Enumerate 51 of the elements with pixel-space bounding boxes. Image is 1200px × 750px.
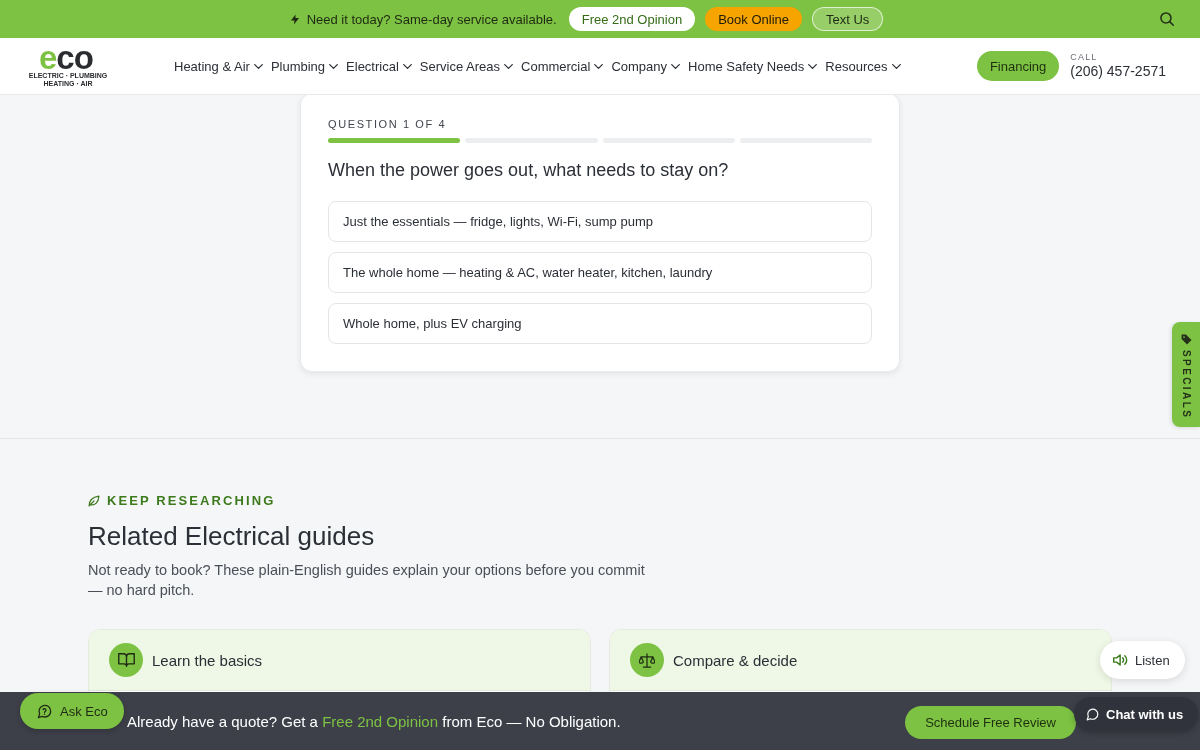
search-icon[interactable]: [1160, 12, 1174, 26]
guide-card-header[interactable]: Learn the basics: [89, 630, 590, 691]
specials-tab[interactable]: SPECIALS: [1172, 322, 1200, 427]
quote-message: Already have a quote? Get a Free 2nd Opinion from Eco — No Obligation.: [127, 712, 621, 730]
lightning-bolt-icon: [290, 13, 299, 25]
leaf-icon: [88, 495, 100, 507]
top-bar-button[interactable]: Book Online: [705, 7, 802, 31]
schedule-review-button[interactable]: Schedule Free Review: [905, 705, 1076, 739]
section-eyebrow: KEEP RESEARCHING: [107, 493, 276, 509]
guide-card-title: Learn the basics: [152, 651, 263, 669]
caret-icon: [808, 63, 818, 69]
question-bubble-icon: [37, 703, 52, 719]
nav-menu-item[interactable]: Resources: [825, 54, 901, 78]
book-icon: [109, 643, 143, 677]
tag-icon: [1180, 334, 1192, 345]
free-opinion-link[interactable]: Free 2nd Opinion: [322, 712, 439, 730]
top-bar-button[interactable]: Free 2nd Opinion: [568, 7, 696, 31]
balance-scale-icon: [630, 643, 664, 677]
nav-menu-item[interactable]: Electrical: [346, 54, 412, 78]
listen-button[interactable]: Listen: [1100, 641, 1185, 679]
nav-menu-item[interactable]: Heating & Air: [174, 54, 263, 78]
nav-menu-item[interactable]: Commercial: [521, 54, 604, 78]
promo-message: Need it today? Same-day service available.: [306, 11, 557, 27]
call-label: CALL: [1070, 52, 1099, 63]
nav-menu-item[interactable]: Home Safety Needs: [688, 54, 818, 78]
caret-icon: [329, 63, 339, 69]
top-bar-button[interactable]: Text Us: [812, 7, 884, 31]
guide-card-title: Compare & decide: [673, 651, 798, 669]
caret-icon: [504, 63, 514, 69]
question-counter: QUESTION 1 OF 4: [328, 117, 448, 132]
nav-menu-item[interactable]: Company: [611, 54, 680, 78]
chat-button[interactable]: Chat with us: [1074, 697, 1199, 731]
nav-menu-item[interactable]: Service Areas: [419, 54, 514, 78]
section-title: Related Electrical guides: [88, 520, 376, 552]
nav-menu-item[interactable]: Plumbing: [270, 54, 339, 78]
caret-icon: [891, 63, 901, 69]
phone-number[interactable]: (206) 457-2571: [1070, 63, 1166, 80]
speaker-icon: [1113, 654, 1128, 666]
caret-icon: [253, 63, 263, 69]
guide-card-header[interactable]: Compare & decide: [610, 630, 1111, 691]
answer-option[interactable]: The whole home — heating & AC, water heater, kitchen, laundry: [328, 252, 872, 293]
quiz-question: When the power goes out, what needs to stay on?: [328, 159, 730, 181]
chat-bubble-icon: [1086, 707, 1099, 721]
caret-icon: [594, 63, 604, 69]
financing-button[interactable]: Financing: [976, 51, 1060, 81]
section-intro: Not ready to book? These plain-English guides explain your options before you commit — no hard pitch.: [88, 561, 646, 600]
caret-icon: [671, 63, 680, 69]
answer-option[interactable]: Whole home, plus EV charging: [328, 303, 872, 344]
answer-option[interactable]: Just the essentials — fridge, lights, Wi-Fi, sump pump: [328, 201, 872, 242]
caret-icon: [402, 63, 412, 69]
ask-eco-button[interactable]: Ask Eco: [20, 693, 124, 729]
